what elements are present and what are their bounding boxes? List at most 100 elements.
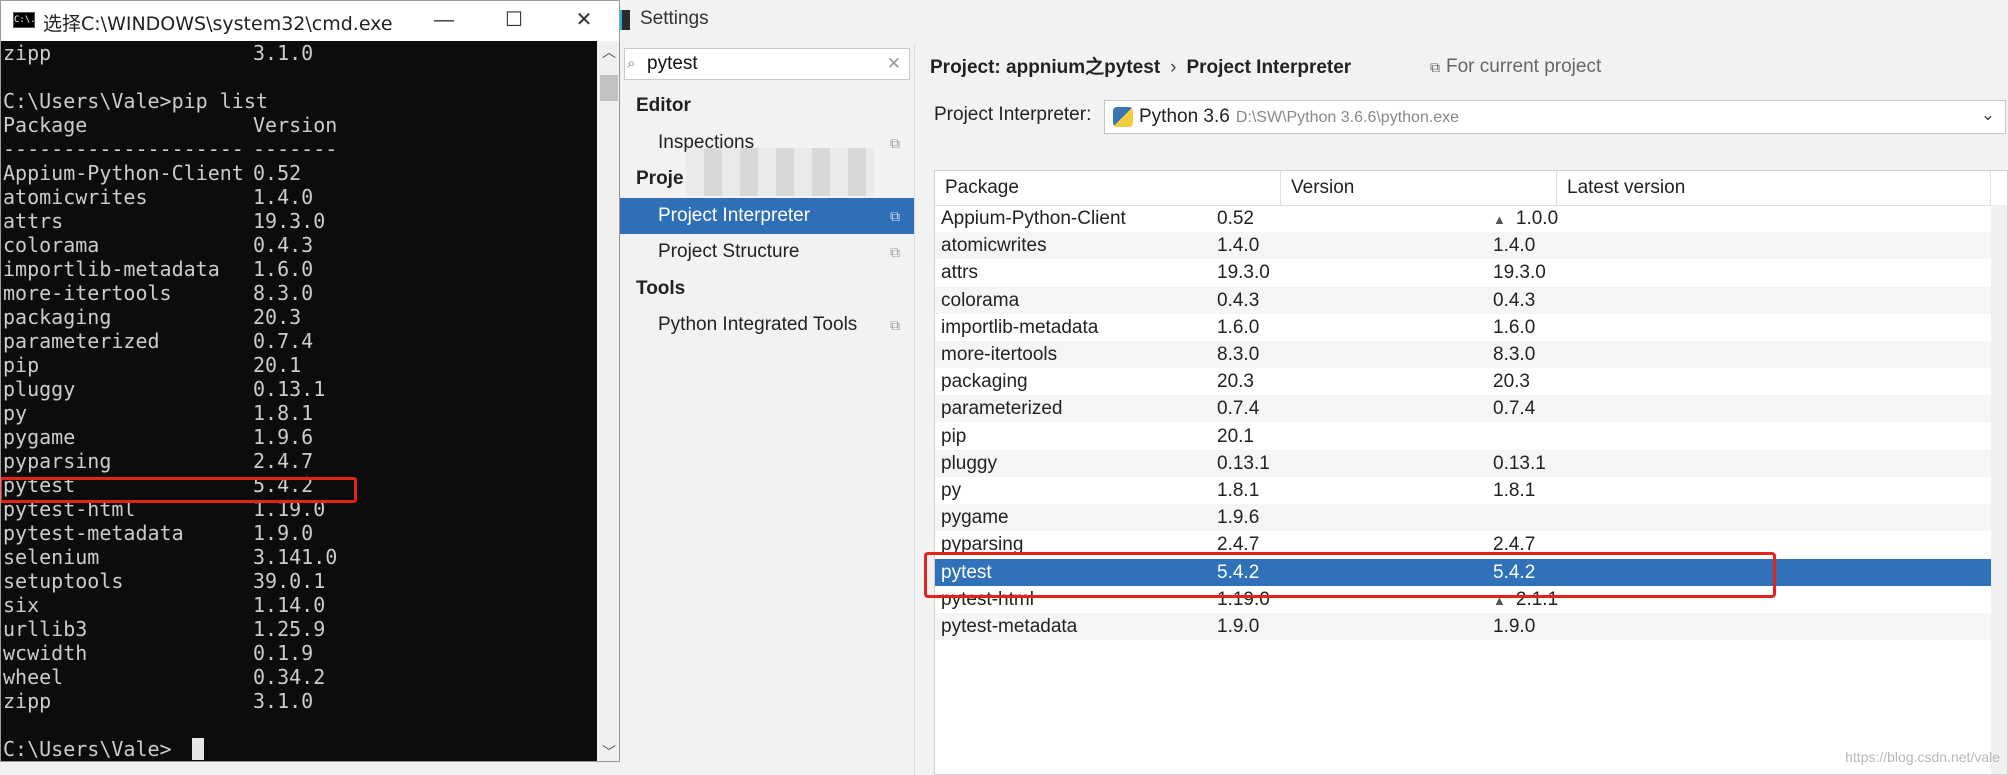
chevron-down-icon[interactable]: ⌄ [1981,105,1995,125]
cell-text: importlib-metadata [941,316,1099,338]
nav-item-tools[interactable]: Tools [620,271,914,307]
console-line-left: C:\Users\Vale> [3,737,172,761]
console-line-version: ------- [253,137,338,161]
table-row[interactable]: pytest-metadata 1.9.0 1.9.0 [935,613,1991,640]
nav-item-project-interpreter[interactable]: Project Interpreter ⧉ [620,197,914,234]
maximize-button[interactable]: ☐ [479,1,549,41]
cell-pkg: pytest-metadata [935,613,1077,640]
cell-latest: 1.9.0 [1487,613,1535,640]
console-line: zipp 3.1.0 [1,41,597,65]
console-line: -------------------- ------- [1,137,597,161]
cell-pkg: importlib-metadata [935,314,1098,341]
console-line: more-itertools 8.3.0 [1,281,597,305]
interpreter-panel: Project: appnium之pytest › Project Interpre… [924,44,2008,775]
cell-latest: 8.3.0 [1487,341,1535,368]
table-row[interactable]: importlib-metadata 1.6.0 1.6.0 [935,314,1991,341]
cell-text: pluggy [941,452,997,474]
settings-title: Settings [640,8,709,29]
minimize-button[interactable]: — [409,1,479,41]
console-line-left: Package [3,113,88,137]
col-version-header[interactable]: Version [1281,171,1557,205]
cmd-app-icon: C:\. [13,12,36,28]
breadcrumb-project: Project: appnium之pytest [930,57,1161,78]
table-row[interactable]: pluggy 0.13.1 0.13.1 [935,449,1991,477]
console-line-left: colorama [3,233,100,257]
cmd-console-output[interactable]: zipp 3.1.0 C:\Users\Vale>pip list Package Ve… [1,41,597,761]
cell-latest: 0.4.3 [1487,287,1535,314]
table-row[interactable]: parameterized 0.7.4 0.7.4 [935,395,1991,423]
cell-text: colorama [941,289,1020,311]
table-row[interactable]: atomicwrites 1.4.0 1.4.0 [935,232,1991,260]
cell-latest: 1.8.1 [1487,477,1535,504]
cell-text: py [941,480,962,501]
console-line: colorama 0.4.3 [1,233,597,257]
cell-latest: ▲ 1.0.0 [1487,205,1558,233]
console-line-version: 0.13.1 [253,377,326,401]
cell-ver: 1.9.0 [1211,613,1259,640]
nav-item-python-integrated-tools[interactable]: Python Integrated Tools ⧉ [620,307,914,343]
breadcrumb-separator: › [1170,57,1177,78]
table-row[interactable]: packaging 20.3 20.3 [935,368,1991,395]
settings-search-input[interactable]: ⌕ pytest ✕ [624,48,910,80]
cell-pkg: pygame [935,504,1009,531]
cell-text: 0.7.4 [1217,398,1260,420]
cell-text: 1.9.0 [1493,616,1536,637]
scroll-up-icon[interactable]: ︿ [597,41,619,63]
cell-text: pytest-metadata [941,616,1078,637]
cell-latest: 0.13.1 [1487,450,1546,477]
table-row[interactable]: Appium-Python-Client 0.52 ▲ 1.0.0 [935,205,1991,232]
console-line-left: packaging [3,305,112,329]
cell-ver: 20.1 [1211,423,1254,450]
clear-search-icon[interactable]: ✕ [887,54,901,74]
col-latest-header[interactable]: Latest version [1557,171,1991,205]
packages-table[interactable]: Package Version Latest version Appium-Py… [934,170,2008,775]
nav-item-label: Tools [636,277,686,299]
cell-text: 0.52 [1217,208,1254,229]
cell-text: 0.4.3 [1493,289,1536,311]
console-line-version: 3.1.0 [253,689,314,713]
console-line-left: atomicwrites [3,185,148,209]
table-row[interactable]: attrs 19.3.0 19.3.0 [935,259,1991,286]
scroll-down-icon[interactable]: ﹀ [597,741,619,761]
cell-text: 1.0.0 [1515,208,1559,229]
table-row[interactable]: pygame 1.9.6 [935,504,1991,532]
cell-text: 0.13.1 [1493,452,1546,474]
col-package-header[interactable]: Package [935,171,1281,205]
console-line: Package Version [1,113,597,137]
table-row[interactable]: py 1.8.1 1.8.1 [935,477,1991,504]
cell-pkg: parameterized [935,395,1062,422]
cmd-scroll-thumb[interactable] [600,75,618,101]
console-line-left: selenium [3,545,100,569]
cell-text: 1.4.0 [1493,235,1536,257]
cell-text: 20.1 [1217,425,1254,447]
console-line-version: 19.3.0 [253,209,326,233]
console-line-left: -------------------- [3,137,244,161]
cell-ver: 1.8.1 [1211,477,1259,504]
cell-text: pygame [941,507,1009,529]
console-line: parameterized 0.7.4 [1,329,597,353]
interpreter-select[interactable]: Python 3.6 D:\SW\Python 3.6.6\python.exe … [1104,100,2006,134]
console-line: packaging 20.3 [1,305,597,329]
search-icon: ⌕ [627,55,636,72]
console-line-version: 2.4.7 [253,449,314,473]
console-line: pluggy 0.13.1 [1,377,597,401]
console-line: setuptools 39.0.1 [1,569,597,593]
cmd-window-title: 选择C:\WINDOWS\system32\cmd.exe [43,13,393,35]
copy-icon: ⧉ [1430,59,1440,75]
cmd-scrollbar[interactable]: ︿ ﹀ [597,41,619,761]
cell-pkg: attrs [935,259,978,286]
close-button[interactable]: ✕ [549,1,619,41]
search-value: pytest [647,53,698,74]
table-header: Package Version Latest version [935,171,2007,206]
nav-item-label: Project Structure [658,241,800,262]
console-line-version: 3.1.0 [253,41,314,65]
table-row[interactable]: colorama 0.4.3 0.4.3 [935,286,1991,314]
table-row[interactable]: pip 20.1 [935,423,1991,450]
console-line-left: zipp [3,41,52,65]
nav-item-project-structure[interactable]: Project Structure ⧉ [620,234,914,270]
nav-item-editor[interactable]: Editor [620,88,914,124]
cmd-titlebar[interactable]: C:\. 选择C:\WINDOWS\system32\cmd.exe — ☐ ✕ [1,1,619,41]
table-row[interactable]: more-itertools 8.3.0 8.3.0 [935,341,1991,368]
cell-pkg: Appium-Python-Client [935,205,1126,232]
table-scrollbar[interactable] [1991,205,2007,774]
